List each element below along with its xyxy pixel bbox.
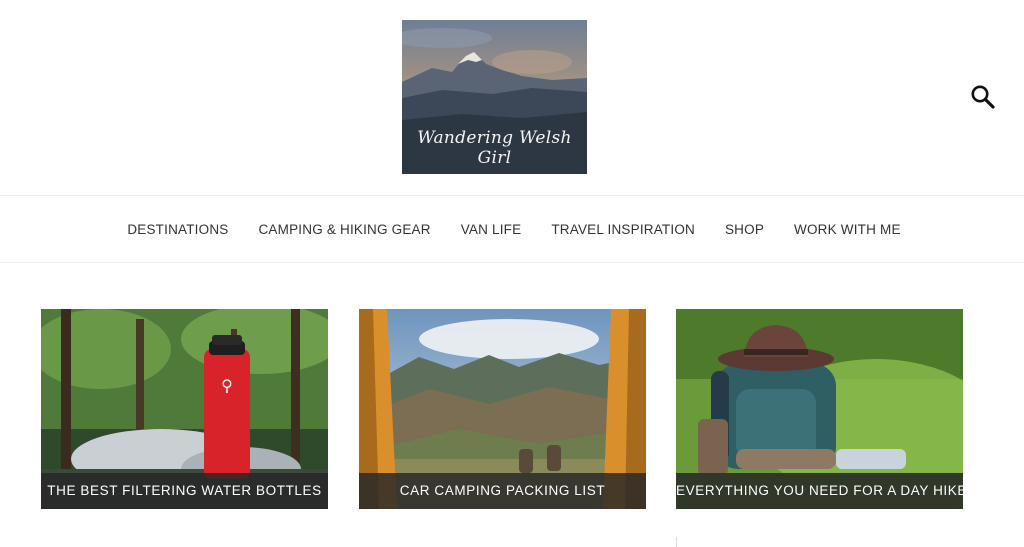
site-header: Wandering Welsh Girl	[0, 0, 1024, 195]
featured-post-card[interactable]: CAR CAMPING PACKING LIST	[359, 309, 646, 509]
main-navigation: DESTINATIONS CAMPING & HIKING GEAR VAN L…	[0, 195, 1024, 263]
nav-item-work-with-me[interactable]: WORK WITH ME	[794, 222, 901, 237]
post-title[interactable]: EVERYTHING YOU NEED FOR A DAY HIKE	[676, 473, 963, 509]
nav-item-destinations[interactable]: DESTINATIONS	[127, 222, 228, 237]
divider	[676, 537, 677, 547]
search-icon	[971, 85, 995, 109]
search-button[interactable]	[970, 84, 996, 110]
featured-post-card[interactable]: EVERYTHING YOU NEED FOR A DAY HIKE	[676, 309, 963, 509]
site-logo[interactable]: Wandering Welsh Girl	[402, 20, 587, 174]
post-title[interactable]: CAR CAMPING PACKING LIST	[359, 473, 646, 509]
post-title[interactable]: THE BEST FILTERING WATER BOTTLES	[41, 473, 328, 509]
nav-item-camping-hiking-gear[interactable]: CAMPING & HIKING GEAR	[258, 222, 430, 237]
nav-item-shop[interactable]: SHOP	[725, 222, 764, 237]
logo-text: Wandering Welsh Girl	[417, 128, 572, 168]
nav-item-van-life[interactable]: VAN LIFE	[461, 222, 522, 237]
featured-post-card[interactable]: ⚲ THE BEST FILTERING WATER BOTTLES	[41, 309, 328, 509]
svg-text:⚲: ⚲	[221, 376, 233, 395]
nav-list: DESTINATIONS CAMPING & HIKING GEAR VAN L…	[0, 196, 1024, 262]
nav-item-travel-inspiration[interactable]: TRAVEL INSPIRATION	[551, 222, 695, 237]
featured-posts: ⚲ THE BEST FILTERING WATER BOTTLES CAR C…	[41, 309, 963, 509]
